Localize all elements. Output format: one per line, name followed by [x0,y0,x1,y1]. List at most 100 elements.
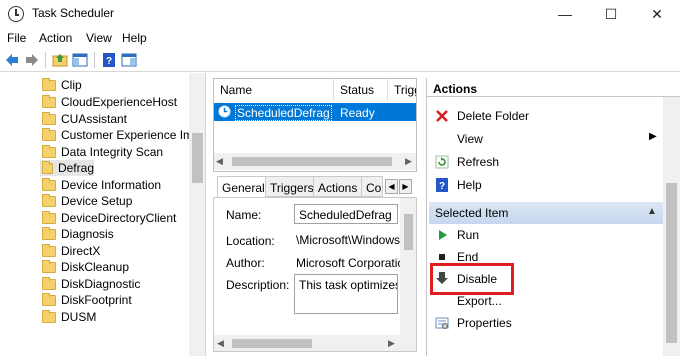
maximize-button[interactable]: ☐ [588,0,634,28]
task-clock-icon [218,105,231,118]
column-header-status[interactable]: Status [334,79,388,101]
show-hide-console-tree-icon[interactable] [72,52,88,68]
tree-item-diskfootprint[interactable]: DiskFootprint [42,292,132,308]
scroll-left-icon[interactable]: ◀ [216,156,223,167]
selected-item-header-label: Selected Item [435,206,509,220]
scroll-left-icon[interactable]: ◀ [217,338,224,349]
selected-item-header[interactable]: Selected Item ▲ [429,202,665,224]
table-row[interactable]: ScheduledDefrag Ready [214,103,416,121]
menu-file[interactable]: File [7,31,26,45]
tab-general[interactable]: General [217,176,270,198]
toolbar-separator [94,52,95,68]
tree-item-label: CUAssistant [61,112,128,126]
menu-action[interactable]: Action [39,31,72,45]
folder-icon [42,160,53,174]
help-book-icon[interactable]: ? [101,52,117,68]
folder-icon [42,111,56,125]
location-value: \Microsoft\Windows\ [296,233,400,247]
tree-item-devicedirectoryclient[interactable]: DeviceDirectoryClient [42,210,176,226]
tree-item-defrag[interactable]: Defrag [40,160,94,176]
action-refresh[interactable]: Refresh [457,155,499,173]
task-details-pane: General Triggers Actions Co ◀ ▶ Name: Sc… [213,175,417,356]
show-hide-action-pane-icon[interactable] [121,52,137,68]
scroll-right-icon[interactable]: ▶ [405,156,412,167]
tree-item-directx[interactable]: DirectX [42,243,100,259]
details-vertical-scrollbar[interactable] [400,198,416,335]
details-horizontal-scrollbar[interactable]: ◀ ▶ [214,335,416,351]
minimize-button[interactable]: — [542,0,588,28]
tree-item-clip[interactable]: Clip [42,77,82,93]
tab-scroll-left-icon[interactable]: ◀ [385,179,398,194]
folder-icon [42,193,56,207]
description-field[interactable]: This task optimizes lo [294,274,398,314]
name-label: Name: [226,208,262,222]
tree-item-diagnosis[interactable]: Diagnosis [42,226,114,242]
forward-arrow-icon[interactable] [24,52,40,68]
tree-item-label: Customer Experience Impr [61,128,204,142]
task-scheduler-clock-icon [8,6,24,22]
toolbar: ? [0,48,680,72]
menu-view[interactable]: View [86,31,112,45]
collapse-arrow-icon[interactable]: ▲ [647,206,657,217]
close-button[interactable]: ✕ [634,0,680,28]
scrollbar-thumb[interactable] [192,133,203,183]
tree-item-diskcleanup[interactable]: DiskCleanup [42,259,129,275]
toolbar-separator [45,52,46,68]
action-view[interactable]: View [457,132,483,150]
tree-item-diskdiagnostic[interactable]: DiskDiagnostic [42,276,140,292]
tree-item-cloudexperiencehost[interactable]: CloudExperienceHost [42,94,177,110]
up-folder-icon[interactable] [52,52,68,68]
menu-help[interactable]: Help [122,31,147,45]
scrollbar-thumb[interactable] [232,157,392,166]
tree-item-label: DiskDiagnostic [61,277,141,291]
list-horizontal-scrollbar[interactable]: ◀ ▶ [214,153,416,170]
actions-header: Actions [427,78,680,97]
action-properties[interactable]: Properties [457,316,512,334]
disable-highlight-box [430,263,514,295]
folder-icon [42,77,56,91]
folder-icon [42,226,56,240]
folder-icon [42,127,56,141]
tree-item-device-setup[interactable]: Device Setup [42,193,132,209]
scrollbar-thumb[interactable] [404,214,413,250]
tab-scroll-right-icon[interactable]: ▶ [399,179,412,194]
svg-text:?: ? [106,56,112,67]
scrollbar-thumb[interactable] [666,183,677,343]
end-stop-icon [439,254,445,260]
tree-item-device-information[interactable]: Device Information [42,177,161,193]
window-title: Task Scheduler [32,6,115,20]
tree-item-label: Device Setup [61,194,133,208]
refresh-icon [435,155,449,169]
actions-vertical-scrollbar[interactable] [663,97,680,356]
tree-item-label: DUSM [61,310,97,324]
action-delete-folder[interactable]: Delete Folder [457,109,529,127]
scroll-right-icon[interactable]: ▶ [388,338,395,349]
tree-item-cuassistant[interactable]: CUAssistant [42,111,127,127]
author-value: Microsoft Corporation [296,256,400,270]
back-arrow-icon[interactable] [4,52,20,68]
tree-item-label: DiskCleanup [61,260,130,274]
tree-item-data-integrity-scan[interactable]: Data Integrity Scan [42,144,163,160]
tree-item-customer-experience[interactable]: Customer Experience Impr [42,127,204,143]
action-run[interactable]: Run [457,228,479,246]
tab-conditions[interactable]: Co [361,176,383,197]
column-header-name[interactable]: Name [214,79,334,101]
folder-icon [42,309,56,323]
description-label: Description: [226,278,290,292]
tree-vertical-scrollbar[interactable] [189,73,205,356]
tree-item-dusm[interactable]: DUSM [42,309,96,325]
tab-actions[interactable]: Actions [313,176,363,197]
action-export[interactable]: Export... [457,294,502,312]
folder-icon [42,292,56,306]
folder-icon [42,210,56,224]
tree-item-label: DiskFootprint [61,293,132,307]
tab-triggers[interactable]: Triggers [265,176,319,197]
properties-icon [435,317,449,329]
task-name-cell: ScheduledDefrag [235,105,332,121]
name-field[interactable]: ScheduledDefrag [294,204,398,224]
action-help[interactable]: Help [457,178,482,196]
task-list: Name Status Trigg ScheduledDefrag Ready … [213,78,417,172]
column-header-triggers[interactable]: Trigg [388,79,416,101]
scrollbar-thumb[interactable] [232,339,312,348]
run-play-icon [439,230,447,240]
